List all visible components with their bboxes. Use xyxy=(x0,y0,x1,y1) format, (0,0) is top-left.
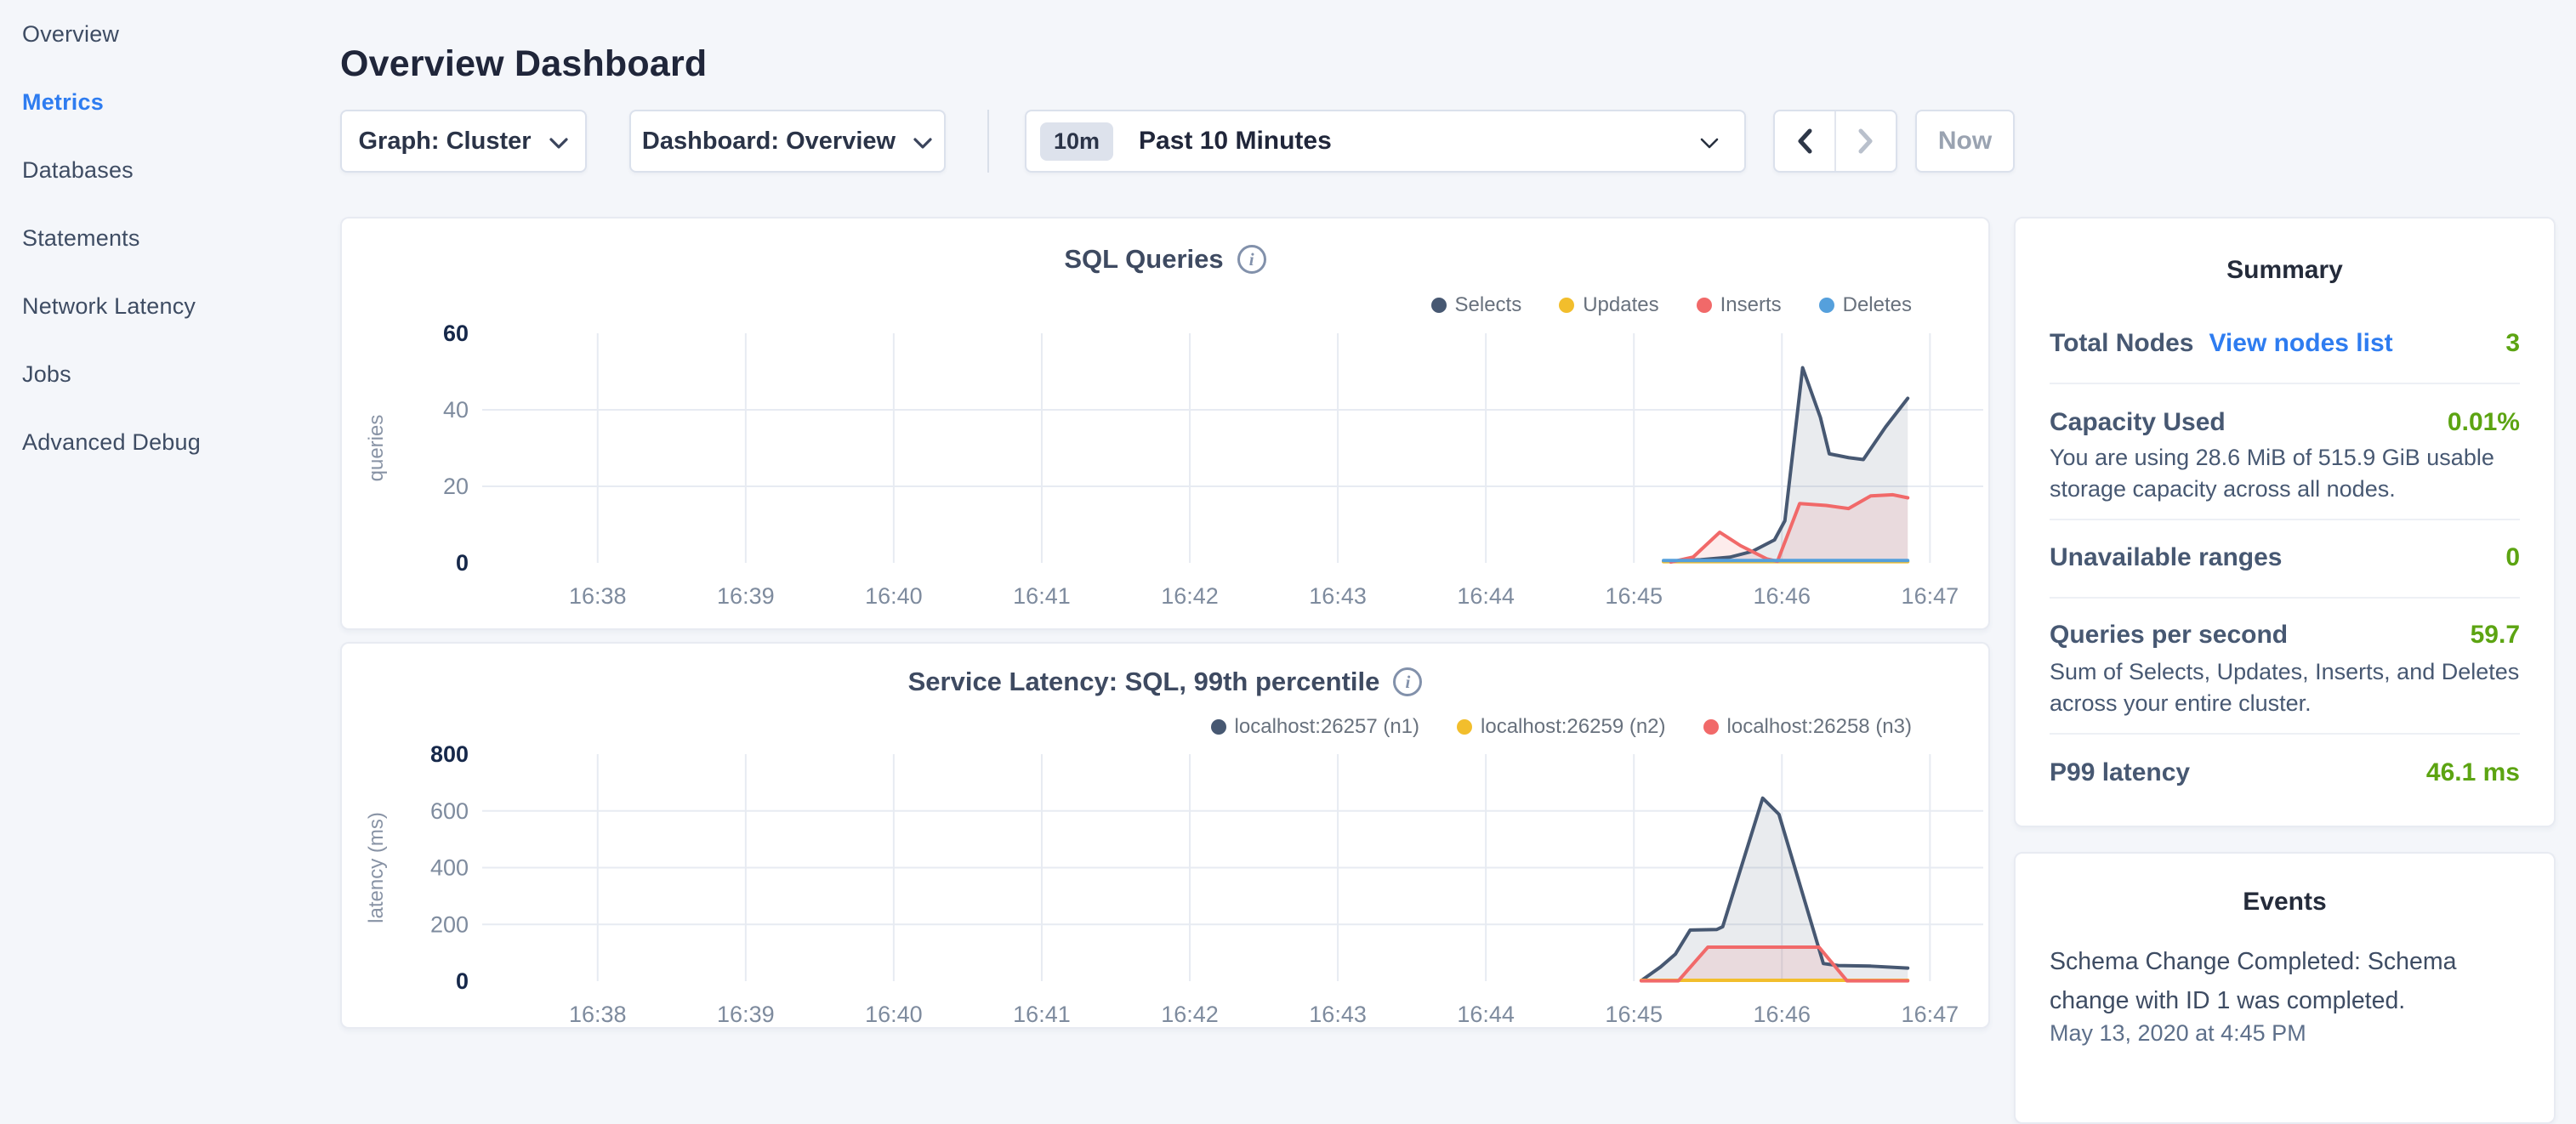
summary-row-value: 59.7 xyxy=(2471,621,2520,650)
svg-text:0: 0 xyxy=(456,968,469,994)
summary-row-subtext: You are using 28.6 MiB of 515.9 GiB usab… xyxy=(2050,442,2523,505)
svg-text:16:42: 16:42 xyxy=(1161,583,1219,609)
chevron-down-icon xyxy=(1700,138,1719,149)
svg-text:16:46: 16:46 xyxy=(1753,583,1811,609)
summary-row-value: 0 xyxy=(2505,543,2520,572)
events-panel: Events Schema Change Completed: Schema c… xyxy=(2014,852,2556,1124)
summary-row-value: 3 xyxy=(2505,329,2520,358)
summary-row-total-nodes: Total Nodes View nodes list 3 xyxy=(2050,329,2520,358)
view-nodes-list-link[interactable]: View nodes list xyxy=(2209,329,2392,358)
event-item[interactable]: Schema Change Completed: Schema change w… xyxy=(2050,942,2520,1020)
graph-scope-label: Graph: Cluster xyxy=(358,128,531,156)
svg-text:200: 200 xyxy=(430,911,469,937)
summary-row-capacity-used: Capacity Used 0.01% xyxy=(2050,408,2520,437)
svg-text:16:47: 16:47 xyxy=(1902,1002,1959,1027)
svg-text:16:39: 16:39 xyxy=(717,583,775,609)
svg-text:16:44: 16:44 xyxy=(1457,1002,1515,1027)
summary-row-value: 46.1 ms xyxy=(2426,758,2520,787)
svg-text:16:45: 16:45 xyxy=(1605,1002,1663,1027)
svg-text:16:38: 16:38 xyxy=(569,1002,627,1027)
page-title: Overview Dashboard xyxy=(340,43,707,85)
svg-text:16:45: 16:45 xyxy=(1605,583,1663,609)
sql-queries-chart-card: SQL Queries i SelectsUpdatesInsertsDelet… xyxy=(340,217,1990,630)
divider xyxy=(2050,733,2520,735)
time-range-badge: 10m xyxy=(1040,122,1113,161)
svg-text:40: 40 xyxy=(443,397,469,423)
svg-text:16:43: 16:43 xyxy=(1309,1002,1367,1027)
sidebar-item-advanced-debug[interactable]: Advanced Debug xyxy=(0,408,340,476)
svg-text:20: 20 xyxy=(443,474,469,499)
chevron-left-icon xyxy=(1798,128,1812,154)
svg-text:16:41: 16:41 xyxy=(1013,583,1071,609)
summary-row-label: Total Nodes xyxy=(2050,329,2193,358)
summary-title: Summary xyxy=(2016,256,2554,285)
summary-row-label: Capacity Used xyxy=(2050,408,2226,437)
sidebar-item-network-latency[interactable]: Network Latency xyxy=(0,272,340,340)
divider xyxy=(2050,519,2520,520)
svg-text:16:40: 16:40 xyxy=(865,1002,923,1027)
time-step-button-group xyxy=(1773,110,1897,173)
time-step-back-button[interactable] xyxy=(1775,111,1834,171)
summary-row-value: 0.01% xyxy=(2448,408,2520,437)
now-button-label: Now xyxy=(1938,127,1992,156)
svg-text:queries: queries xyxy=(365,415,388,482)
summary-row-p99-latency: P99 latency 46.1 ms xyxy=(2050,758,2520,787)
event-timestamp: May 13, 2020 at 4:45 PM xyxy=(2050,1020,2520,1047)
toolbar-divider xyxy=(987,110,989,173)
summary-row-label: Queries per second xyxy=(2050,621,2288,650)
sql-queries-chart[interactable]: 16:38 16:39 16:40 16:41 16:42 16:43 16:44 16:45… xyxy=(342,219,1988,628)
svg-text:800: 800 xyxy=(430,741,469,767)
svg-text:16:39: 16:39 xyxy=(717,1002,775,1027)
chevron-right-icon xyxy=(1858,128,1873,154)
time-step-forward-button[interactable] xyxy=(1836,111,1896,171)
svg-text:16:38: 16:38 xyxy=(569,583,627,609)
events-title: Events xyxy=(2016,888,2554,917)
summary-row-queries-per-second: Queries per second 59.7 xyxy=(2050,621,2520,650)
summary-row-subtext: Sum of Selects, Updates, Inserts, and De… xyxy=(2050,656,2523,719)
svg-text:16:46: 16:46 xyxy=(1753,1002,1811,1027)
summary-panel: Summary Total Nodes View nodes list 3 Capac… xyxy=(2014,217,2556,827)
svg-text:600: 600 xyxy=(430,798,469,824)
svg-text:16:41: 16:41 xyxy=(1013,1002,1071,1027)
divider xyxy=(2050,597,2520,599)
sidebar-item-jobs[interactable]: Jobs xyxy=(0,340,340,408)
svg-text:0: 0 xyxy=(456,550,469,576)
svg-text:16:42: 16:42 xyxy=(1161,1002,1219,1027)
toolbar: Graph: Cluster Dashboard: Overview 10m P… xyxy=(0,110,2576,173)
time-range-dropdown[interactable]: 10m Past 10 Minutes xyxy=(1025,110,1746,173)
sidebar-item-statements[interactable]: Statements xyxy=(0,204,340,272)
svg-text:16:47: 16:47 xyxy=(1902,583,1959,609)
summary-row-unavailable-ranges: Unavailable ranges 0 xyxy=(2050,543,2520,572)
svg-text:latency (ms): latency (ms) xyxy=(365,812,388,923)
summary-row-label: Unavailable ranges xyxy=(2050,543,2282,572)
time-range-label: Past 10 Minutes xyxy=(1139,127,1332,156)
chevron-down-icon xyxy=(913,137,933,150)
service-latency-chart-card: Service Latency: SQL, 99th percentile i … xyxy=(340,642,1990,1029)
dashboard-dropdown[interactable]: Dashboard: Overview xyxy=(629,110,946,173)
divider xyxy=(2050,383,2520,384)
svg-text:60: 60 xyxy=(443,321,469,346)
service-latency-chart[interactable]: 16:38 16:39 16:40 16:41 16:42 16:43 16:44 16:45… xyxy=(342,644,1988,1027)
dashboard-label: Dashboard: Overview xyxy=(642,128,896,156)
chevron-down-icon xyxy=(549,137,569,150)
svg-text:16:40: 16:40 xyxy=(865,583,923,609)
now-button[interactable]: Now xyxy=(1915,110,2015,173)
summary-row-label: P99 latency xyxy=(2050,758,2190,787)
svg-text:16:44: 16:44 xyxy=(1457,583,1515,609)
svg-text:16:43: 16:43 xyxy=(1309,583,1367,609)
sidebar-item-overview[interactable]: Overview xyxy=(0,0,340,68)
svg-text:400: 400 xyxy=(430,855,469,881)
graph-scope-dropdown[interactable]: Graph: Cluster xyxy=(340,110,587,173)
